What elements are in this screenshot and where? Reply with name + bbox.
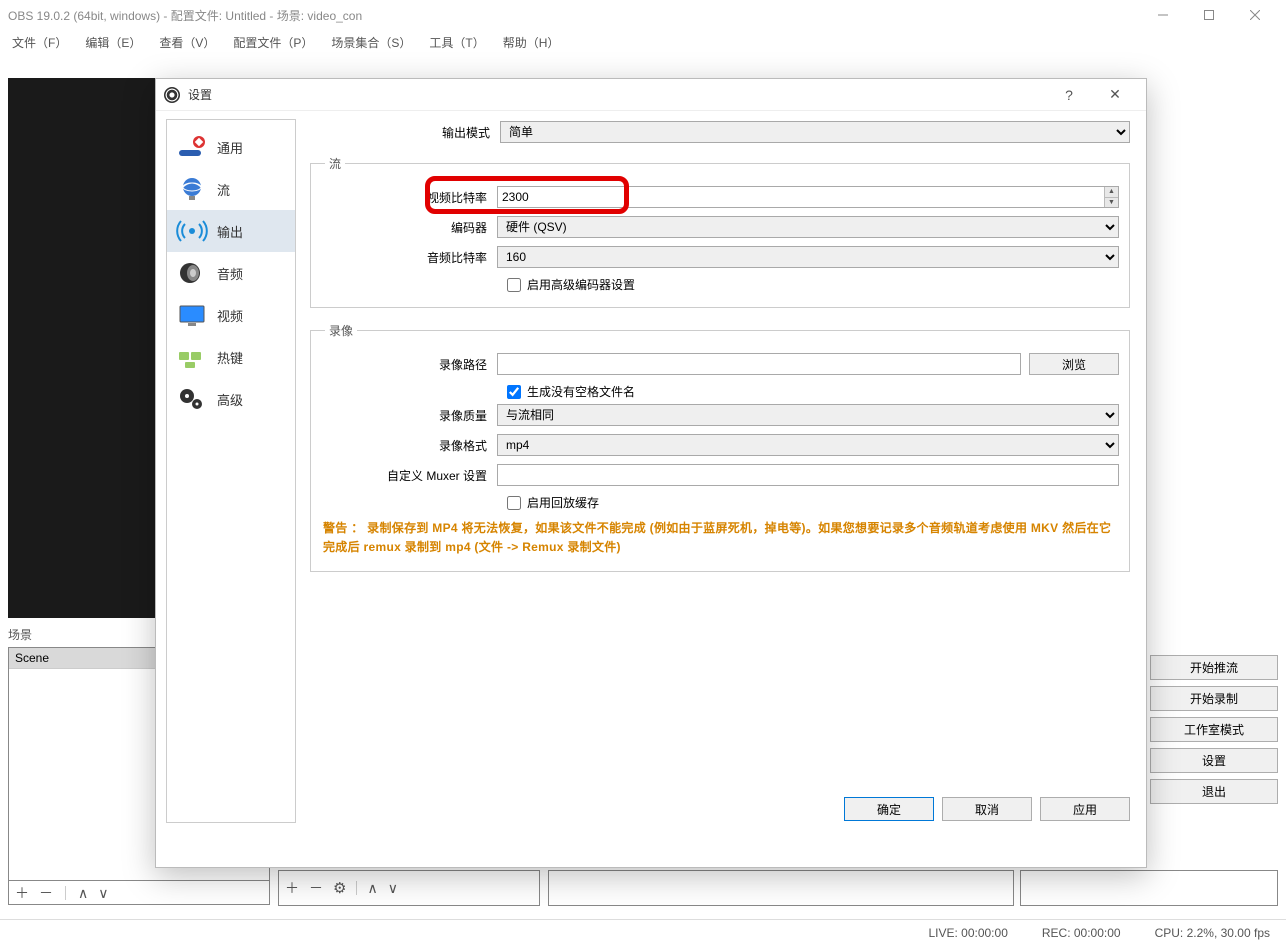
controls-panel: 开始推流 开始录制 工作室模式 设置 退出 [1150,655,1278,804]
broadcast-icon [173,214,211,248]
start-stream-button[interactable]: 开始推流 [1150,655,1278,680]
status-live: LIVE: 00:00:00 [928,926,1007,940]
menu-tools[interactable]: 工具（T） [429,34,484,51]
menu-scene-collection[interactable]: 场景集合（S） [331,34,411,51]
spinner-buttons[interactable]: ▲▼ [1104,187,1118,207]
replay-buffer-checkbox-label: 启用回放缓存 [527,494,599,511]
record-format-select[interactable]: mp4 [497,434,1119,456]
sidebar-item-label: 音频 [217,264,243,283]
audio-bitrate-label: 音频比特率 [321,249,497,266]
menu-help[interactable]: 帮助（H） [503,34,560,51]
globe-icon [173,172,211,206]
settings-content: 输出模式 简单 流 视频比特率 ▲▼ 编码器 硬 [296,111,1146,831]
remove-icon[interactable]: － [309,878,323,898]
record-path-input[interactable] [497,353,1021,375]
transitions-panel [1020,870,1278,906]
studio-mode-button[interactable]: 工作室模式 [1150,717,1278,742]
speaker-icon [173,256,211,290]
gear-icon[interactable]: ⚙ [333,879,346,897]
sidebar-item-label: 高级 [217,390,243,409]
dialog-title: 设置 [188,86,212,103]
adv-encoder-checkbox-label: 启用高级编码器设置 [527,276,635,293]
sidebar-item-label: 通用 [217,138,243,157]
output-mode-select[interactable]: 简单 [500,121,1130,143]
sidebar-item-video[interactable]: 视频 [167,294,295,336]
browse-button[interactable]: 浏览 [1029,353,1119,375]
audio-bitrate-select[interactable]: 160 [497,246,1119,268]
stream-group: 流 视频比特率 ▲▼ 编码器 硬件 (QSV) 音频比 [310,155,1130,308]
sidebar-item-label: 输出 [217,222,243,241]
dialog-buttons: 确定 取消 应用 [844,797,1130,821]
ok-button[interactable]: 确定 [844,797,934,821]
record-path-label: 录像路径 [321,356,497,373]
adv-encoder-checkbox[interactable] [507,278,521,292]
settings-dialog: 设置 ? ✕ 通用 流 输出 音频 [155,78,1147,868]
menubar: 文件（F） 编辑（E） 查看（V） 配置文件（P） 场景集合（S） 工具（T） … [0,30,1286,54]
add-icon[interactable]: ＋ [285,878,299,898]
record-quality-label: 录像质量 [321,407,497,424]
start-record-button[interactable]: 开始录制 [1150,686,1278,711]
remove-icon[interactable]: － [39,886,53,900]
help-button[interactable]: ? [1046,79,1092,111]
up-icon[interactable]: ∧ [367,880,377,897]
sidebar-item-stream[interactable]: 流 [167,168,295,210]
apply-button[interactable]: 应用 [1040,797,1130,821]
sidebar-item-hotkeys[interactable]: 热键 [167,336,295,378]
sidebar-item-general[interactable]: 通用 [167,126,295,168]
statusbar: LIVE: 00:00:00 REC: 00:00:00 CPU: 2.2%, … [0,919,1286,945]
output-mode-label: 输出模式 [310,124,500,141]
dialog-titlebar: 设置 ? ✕ [156,79,1146,111]
muxer-input[interactable] [497,464,1119,486]
add-icon[interactable]: ＋ [15,886,29,900]
keyboard-icon [173,340,211,374]
mp4-warning: 警告 ： 录制保存到 MP4 将无法恢复，如果该文件不能完成 (例如由于蓝屏死机… [321,515,1119,561]
muxer-label: 自定义 Muxer 设置 [321,467,497,484]
down-icon[interactable]: ∨ [98,886,108,900]
main-titlebar: OBS 19.0.2 (64bit, windows) - 配置文件: Unti… [0,0,1286,30]
cancel-button[interactable]: 取消 [942,797,1032,821]
up-icon[interactable]: ∧ [78,886,88,900]
record-group: 录像 录像路径 浏览 生成没有空格文件名 录像质量 与流相同 [310,322,1130,572]
gears-icon [173,382,211,416]
replay-buffer-checkbox[interactable] [507,496,521,510]
nospace-checkbox-label: 生成没有空格文件名 [527,383,635,400]
menu-profile[interactable]: 配置文件（P） [233,34,313,51]
down-icon[interactable]: ∨ [388,880,398,897]
sidebar-item-label: 视频 [217,306,243,325]
settings-button[interactable]: 设置 [1150,748,1278,773]
sources-panel: ＋ － ⚙ ∧ ∨ [278,870,540,906]
exit-button[interactable]: 退出 [1150,779,1278,804]
menu-edit[interactable]: 编辑（E） [85,34,141,51]
scenes-toolbar: ＋ － ∧ ∨ [8,881,270,905]
encoder-label: 编码器 [321,219,497,236]
close-button[interactable] [1232,0,1278,30]
encoder-select[interactable]: 硬件 (QSV) [497,216,1119,238]
record-quality-select[interactable]: 与流相同 [497,404,1119,426]
sidebar-item-audio[interactable]: 音频 [167,252,295,294]
nospace-checkbox[interactable] [507,385,521,399]
sources-toolbar: ＋ － ⚙ ∧ ∨ [278,870,540,906]
stream-group-legend: 流 [325,155,345,172]
sidebar-item-label: 热键 [217,348,243,367]
menu-view[interactable]: 查看（V） [159,34,215,51]
menu-file[interactable]: 文件（F） [12,34,67,51]
sidebar-item-advanced[interactable]: 高级 [167,378,295,420]
sidebar-item-label: 流 [217,180,230,199]
settings-sidebar: 通用 流 输出 音频 视频 热键 [166,119,296,823]
dialog-close-button[interactable]: ✕ [1092,79,1138,111]
maximize-button[interactable] [1186,0,1232,30]
monitor-icon [173,298,211,332]
video-bitrate-label: 视频比特率 [321,189,497,206]
status-cpu: CPU: 2.2%, 30.00 fps [1155,926,1270,940]
video-bitrate-input[interactable] [497,186,1119,208]
mixer-panel [548,870,1014,906]
record-format-label: 录像格式 [321,437,497,454]
minimize-button[interactable] [1140,0,1186,30]
wrench-icon [173,130,211,164]
window-title: OBS 19.0.2 (64bit, windows) - 配置文件: Unti… [8,7,362,24]
status-rec: REC: 00:00:00 [1042,926,1121,940]
record-group-legend: 录像 [325,322,357,339]
obs-logo-icon [164,87,180,103]
sidebar-item-output[interactable]: 输出 [167,210,295,252]
